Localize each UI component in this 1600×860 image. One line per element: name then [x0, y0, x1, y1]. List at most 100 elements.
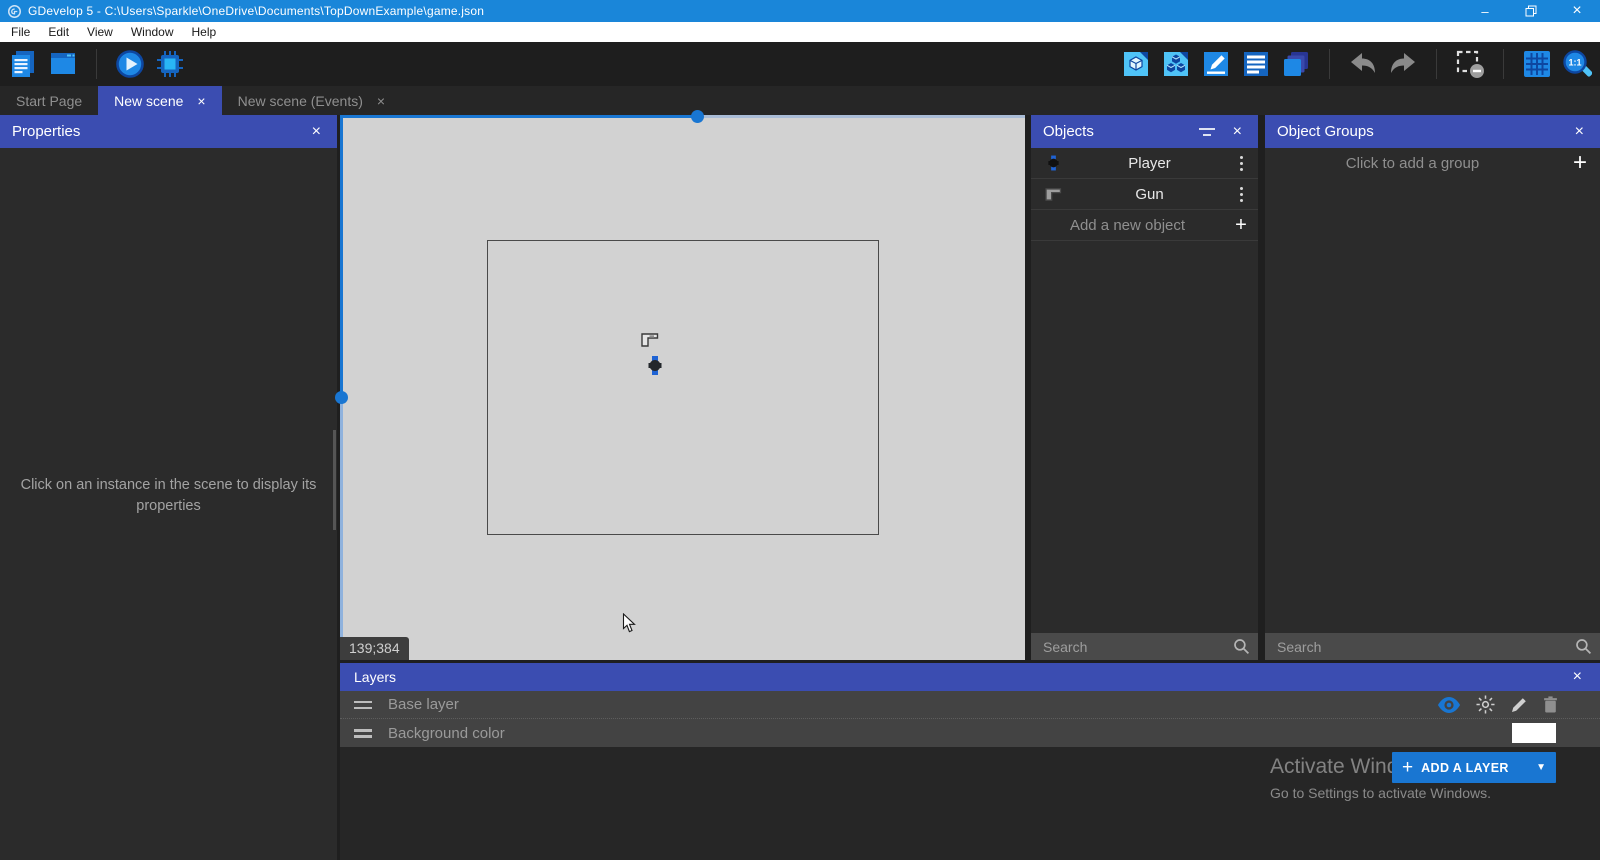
layer-effects-icon[interactable] — [1476, 695, 1495, 714]
objects-panel-title: Objects — [1043, 123, 1199, 140]
pane-divider-horizontal[interactable] — [697, 115, 1025, 118]
tab-label: Start Page — [16, 93, 82, 109]
menu-help[interactable]: Help — [183, 25, 226, 39]
chevron-down-icon[interactable]: ▼ — [1528, 762, 1546, 773]
close-icon: × — [1572, 2, 1581, 20]
plus-icon: + — [1402, 757, 1413, 779]
play-icon — [115, 49, 145, 79]
zoom-1-1-icon: 1:1 — [1562, 49, 1592, 79]
drag-handle-icon[interactable] — [354, 701, 372, 709]
play-preview-button[interactable] — [115, 49, 145, 79]
menu-edit[interactable]: Edit — [39, 25, 78, 39]
layer-visibility-icon[interactable] — [1437, 697, 1461, 713]
search-icon — [1233, 638, 1250, 655]
object-groups-search-bar — [1265, 633, 1600, 660]
menu-file[interactable]: File — [2, 25, 39, 39]
close-object-groups-icon[interactable]: × — [1571, 122, 1588, 142]
start-page-button[interactable] — [48, 49, 78, 79]
layer-row-background-color[interactable]: Background color — [340, 719, 1600, 747]
undo-button[interactable] — [1348, 49, 1378, 79]
menu-view[interactable]: View — [78, 25, 122, 39]
open-objects-panel-button[interactable] — [1121, 49, 1151, 79]
toggle-mask-button[interactable] — [1455, 49, 1485, 79]
pane-divider-horizontal[interactable] — [340, 115, 697, 118]
object-groups-search-input[interactable] — [1265, 633, 1600, 660]
object-groups-panel-title: Object Groups — [1277, 123, 1571, 140]
open-object-groups-panel-button[interactable] — [1161, 49, 1191, 79]
game-window-bounds — [487, 240, 879, 535]
toggle-grid-button[interactable] — [1522, 49, 1552, 79]
scene-canvas[interactable]: 139;384 — [340, 115, 1025, 660]
redo-button[interactable] — [1388, 49, 1418, 79]
redo-icon — [1388, 49, 1418, 79]
layers-panel-header: Layers × — [340, 663, 1600, 691]
object-name: Player — [1075, 155, 1224, 172]
add-new-object-button[interactable]: Add a new object + — [1031, 210, 1258, 241]
gun-object-icon — [1045, 188, 1062, 201]
plus-icon: + — [1224, 214, 1258, 237]
pane-resize-handle-top[interactable] — [691, 110, 704, 123]
menu-window[interactable]: Window — [122, 25, 183, 39]
add-group-label: Click to add a group — [1265, 155, 1560, 172]
layer-name: Base layer — [388, 696, 1437, 713]
zoom-1-1-label: 1:1 — [1568, 58, 1581, 68]
layers-panel-title: Layers — [354, 669, 1569, 685]
restore-button[interactable] — [1508, 0, 1554, 22]
toolbar-separator — [96, 49, 97, 79]
close-button[interactable]: × — [1554, 0, 1600, 22]
minimize-button[interactable]: – — [1462, 0, 1508, 22]
pane-resize-handle-left[interactable] — [335, 391, 348, 404]
zoom-original-button[interactable]: 1:1 — [1562, 49, 1592, 79]
grid-icon — [1522, 49, 1552, 79]
watermark-subtitle: Go to Settings to activate Windows. — [1270, 785, 1491, 801]
pane-divider-vertical[interactable] — [340, 115, 343, 397]
add-a-layer-button[interactable]: + ADD A LAYER ▼ — [1392, 752, 1556, 783]
drag-handle-icon[interactable] — [354, 729, 372, 737]
close-objects-icon[interactable]: × — [1229, 122, 1246, 142]
background-color-swatch[interactable] — [1512, 723, 1556, 743]
object-menu-icon[interactable] — [1224, 187, 1258, 202]
scene-window-icon — [48, 49, 78, 79]
debug-button[interactable] — [155, 49, 185, 79]
object-row-gun[interactable]: Gun — [1031, 179, 1258, 210]
player-object-icon — [1048, 155, 1059, 171]
layer-row-base[interactable]: Base layer — [340, 691, 1600, 719]
objects-search-input[interactable] — [1031, 633, 1258, 660]
layer-edit-icon[interactable] — [1510, 696, 1528, 714]
toolbar-separator — [1436, 49, 1437, 79]
open-properties-panel-button[interactable] — [1201, 49, 1231, 79]
tab-start-page[interactable]: Start Page — [0, 86, 98, 115]
layers-panel: Layers × Base layer Background color Act… — [340, 663, 1600, 860]
search-icon — [1575, 638, 1592, 655]
properties-scrollbar[interactable] — [333, 430, 336, 530]
player-instance[interactable] — [648, 356, 662, 375]
object-menu-icon[interactable] — [1224, 156, 1258, 171]
objects-panel-icon — [1121, 49, 1151, 79]
properties-panel-header: Properties × — [0, 115, 337, 148]
tab-close-icon[interactable]: × — [377, 93, 385, 109]
gdevelop-logo-icon — [8, 5, 21, 18]
close-layers-icon[interactable]: × — [1569, 667, 1586, 687]
tab-new-scene[interactable]: New scene × — [98, 86, 221, 115]
tab-new-scene-events[interactable]: New scene (Events) × — [222, 86, 401, 115]
add-group-button[interactable]: Click to add a group + — [1265, 148, 1600, 178]
filter-icon[interactable] — [1199, 127, 1215, 137]
object-name: Gun — [1075, 186, 1224, 203]
debugger-icon — [155, 49, 185, 79]
object-row-player[interactable]: Player — [1031, 148, 1258, 179]
add-a-layer-label: ADD A LAYER — [1421, 761, 1528, 775]
layer-delete-icon[interactable] — [1543, 696, 1558, 713]
gun-instance[interactable] — [641, 333, 659, 347]
properties-empty-message: Click on an instance in the scene to dis… — [20, 475, 317, 517]
open-layers-panel-button[interactable] — [1281, 49, 1311, 79]
mask-icon — [1455, 49, 1485, 79]
objects-panel-header: Objects × — [1031, 115, 1258, 148]
tab-close-icon[interactable]: × — [197, 93, 205, 109]
project-manager-button[interactable] — [8, 49, 38, 79]
object-groups-panel-icon — [1161, 49, 1191, 79]
open-instances-list-button[interactable] — [1241, 49, 1271, 79]
pane-divider-vertical[interactable] — [340, 397, 343, 660]
mouse-cursor — [622, 613, 636, 633]
instances-list-icon — [1241, 49, 1271, 79]
close-properties-icon[interactable]: × — [308, 122, 325, 142]
